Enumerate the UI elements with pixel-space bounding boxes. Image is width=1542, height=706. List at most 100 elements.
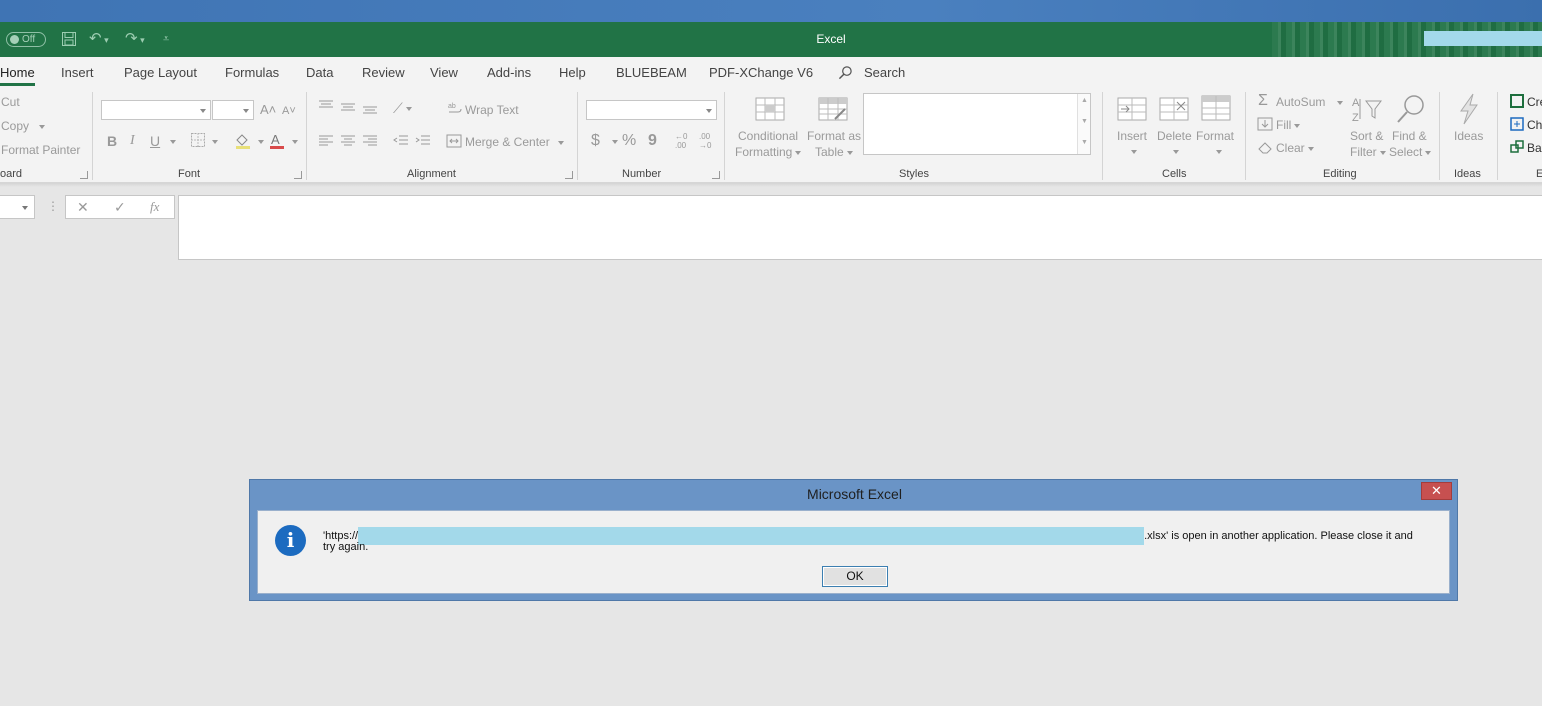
gallery-more-icon[interactable]: ▼ xyxy=(1081,139,1088,146)
increase-indent-icon[interactable] xyxy=(415,134,431,151)
eraser-icon[interactable] xyxy=(1257,140,1273,157)
sort-filter-label-1[interactable]: Sort & xyxy=(1350,129,1383,143)
align-center-icon[interactable] xyxy=(340,134,356,151)
fill-color-icon[interactable] xyxy=(234,131,252,152)
extra-item-1[interactable]: Cre xyxy=(1527,95,1542,109)
insert-cells-button[interactable]: Insert xyxy=(1117,129,1147,143)
copy-button[interactable]: Copy xyxy=(1,119,46,133)
conditional-formatting-label-1[interactable]: Conditional xyxy=(738,129,798,143)
cancel-entry-icon[interactable]: ✕ xyxy=(77,199,89,216)
decrease-indent-icon[interactable] xyxy=(393,134,409,151)
extra-item-2[interactable]: Ch xyxy=(1527,118,1542,132)
tab-add-ins[interactable]: Add-ins xyxy=(487,65,531,80)
format-as-table-button[interactable]: Table xyxy=(815,145,853,159)
formula-input[interactable] xyxy=(178,195,1542,260)
wrap-text-button[interactable]: Wrap Text xyxy=(465,103,519,117)
cell-styles-gallery[interactable]: ▲ ▼ ▼ xyxy=(863,93,1091,155)
extra-item-3[interactable]: Ba xyxy=(1527,141,1542,155)
merge-center-button[interactable]: Merge & Center xyxy=(465,135,564,149)
ideas-lightning-icon[interactable] xyxy=(1457,93,1481,128)
font-color-caret-icon[interactable] xyxy=(292,140,298,144)
font-color-icon[interactable]: A xyxy=(268,131,286,152)
insert-cells-icon[interactable] xyxy=(1117,97,1147,124)
formula-bar-grip-icon[interactable]: ⋮ xyxy=(47,199,59,213)
middle-align-icon[interactable] xyxy=(340,100,356,117)
clipboard-launcher-icon[interactable] xyxy=(80,171,88,179)
align-right-icon[interactable] xyxy=(362,134,378,151)
font-name-combo[interactable] xyxy=(101,100,211,120)
tab-bluebeam[interactable]: BLUEBEAM xyxy=(616,65,687,80)
find-select-button[interactable]: Select xyxy=(1389,145,1432,159)
fill-button[interactable]: Fill xyxy=(1276,118,1301,132)
underline-caret-icon[interactable] xyxy=(170,140,176,144)
insert-function-button[interactable]: fx xyxy=(150,199,159,215)
format-as-table-icon[interactable] xyxy=(818,97,848,124)
delete-caret-icon[interactable] xyxy=(1173,150,1179,154)
currency-caret-icon[interactable] xyxy=(612,140,618,144)
tab-review[interactable]: Review xyxy=(362,65,405,80)
dialog-close-button[interactable]: ✕ xyxy=(1421,482,1452,500)
sort-filter-button[interactable]: Filter xyxy=(1350,145,1386,159)
save-icon[interactable] xyxy=(61,31,77,51)
wrap-text-icon[interactable]: ab xyxy=(448,101,462,118)
create-pdf-icon[interactable] xyxy=(1510,94,1524,111)
format-cells-icon[interactable] xyxy=(1201,95,1231,124)
styles-scrollbar[interactable]: ▲ ▼ ▼ xyxy=(1077,94,1090,154)
percent-button[interactable]: % xyxy=(622,133,636,149)
decrease-font-icon[interactable]: A˅ xyxy=(282,103,296,119)
scroll-up-icon[interactable]: ▲ xyxy=(1081,97,1088,104)
comma-style-button[interactable]: 9 xyxy=(648,133,657,149)
search-icon[interactable] xyxy=(838,65,853,80)
autosave-toggle[interactable]: Off xyxy=(6,32,46,47)
clear-button[interactable]: Clear xyxy=(1276,141,1314,155)
format-painter-button[interactable]: Format Painter xyxy=(1,143,80,157)
batch-icon[interactable] xyxy=(1510,140,1524,157)
tell-me-search[interactable]: Search xyxy=(864,65,905,80)
fill-down-icon[interactable] xyxy=(1257,117,1273,134)
ideas-button[interactable]: Ideas xyxy=(1454,129,1483,143)
format-as-table-label-1[interactable]: Format as xyxy=(807,129,861,143)
increase-decimal-icon[interactable]: ←0.00 xyxy=(675,132,687,150)
fill-caret-icon[interactable] xyxy=(258,140,264,144)
alignment-launcher-icon[interactable] xyxy=(565,171,573,179)
tab-view[interactable]: View xyxy=(430,65,458,80)
delete-cells-button[interactable]: Delete xyxy=(1157,129,1192,143)
find-select-icon[interactable] xyxy=(1396,94,1426,127)
redo-icon[interactable]: ↷ ▾ xyxy=(125,31,145,48)
bottom-align-icon[interactable] xyxy=(362,100,378,117)
delete-cells-icon[interactable] xyxy=(1159,97,1189,124)
change-settings-icon[interactable] xyxy=(1510,117,1524,134)
decrease-decimal-icon[interactable]: .00 →0 xyxy=(699,132,711,150)
conditional-formatting-button[interactable]: Formatting xyxy=(735,145,802,159)
tab-insert[interactable]: Insert xyxy=(61,65,94,80)
number-format-combo[interactable] xyxy=(586,100,717,120)
customize-qat-icon[interactable]: ⩡ xyxy=(163,31,169,47)
find-select-label-1[interactable]: Find & xyxy=(1392,129,1427,143)
cut-button[interactable]: Cut xyxy=(1,95,20,109)
top-align-icon[interactable] xyxy=(318,100,334,117)
scroll-down-icon[interactable]: ▼ xyxy=(1081,118,1088,125)
sort-filter-icon[interactable]: AZ xyxy=(1352,95,1382,126)
tab-page-layout[interactable]: Page Layout xyxy=(124,65,197,80)
align-left-icon[interactable] xyxy=(318,134,334,151)
autosum-icon[interactable]: Σ xyxy=(1258,93,1268,109)
number-launcher-icon[interactable] xyxy=(712,171,720,179)
undo-icon[interactable]: ↶ ▾ xyxy=(89,31,109,48)
italic-button[interactable]: I xyxy=(130,133,135,149)
orientation-icon[interactable]: ⟋ xyxy=(393,100,412,116)
bold-button[interactable]: B xyxy=(107,133,117,149)
ok-button[interactable]: OK xyxy=(822,566,888,587)
merge-center-icon[interactable] xyxy=(446,134,462,151)
insert-caret-icon[interactable] xyxy=(1131,150,1137,154)
conditional-formatting-icon[interactable] xyxy=(755,97,785,124)
borders-icon[interactable] xyxy=(190,132,206,151)
underline-button[interactable]: U xyxy=(150,133,160,149)
tab-formulas[interactable]: Formulas xyxy=(225,65,279,80)
increase-font-icon[interactable]: A˄ xyxy=(260,102,276,118)
format-caret-icon[interactable] xyxy=(1216,150,1222,154)
confirm-entry-icon[interactable]: ✓ xyxy=(114,199,126,216)
font-size-combo[interactable] xyxy=(212,100,254,120)
borders-caret-icon[interactable] xyxy=(212,140,218,144)
tab-home[interactable]: Home xyxy=(0,65,35,86)
tab-data[interactable]: Data xyxy=(306,65,333,80)
